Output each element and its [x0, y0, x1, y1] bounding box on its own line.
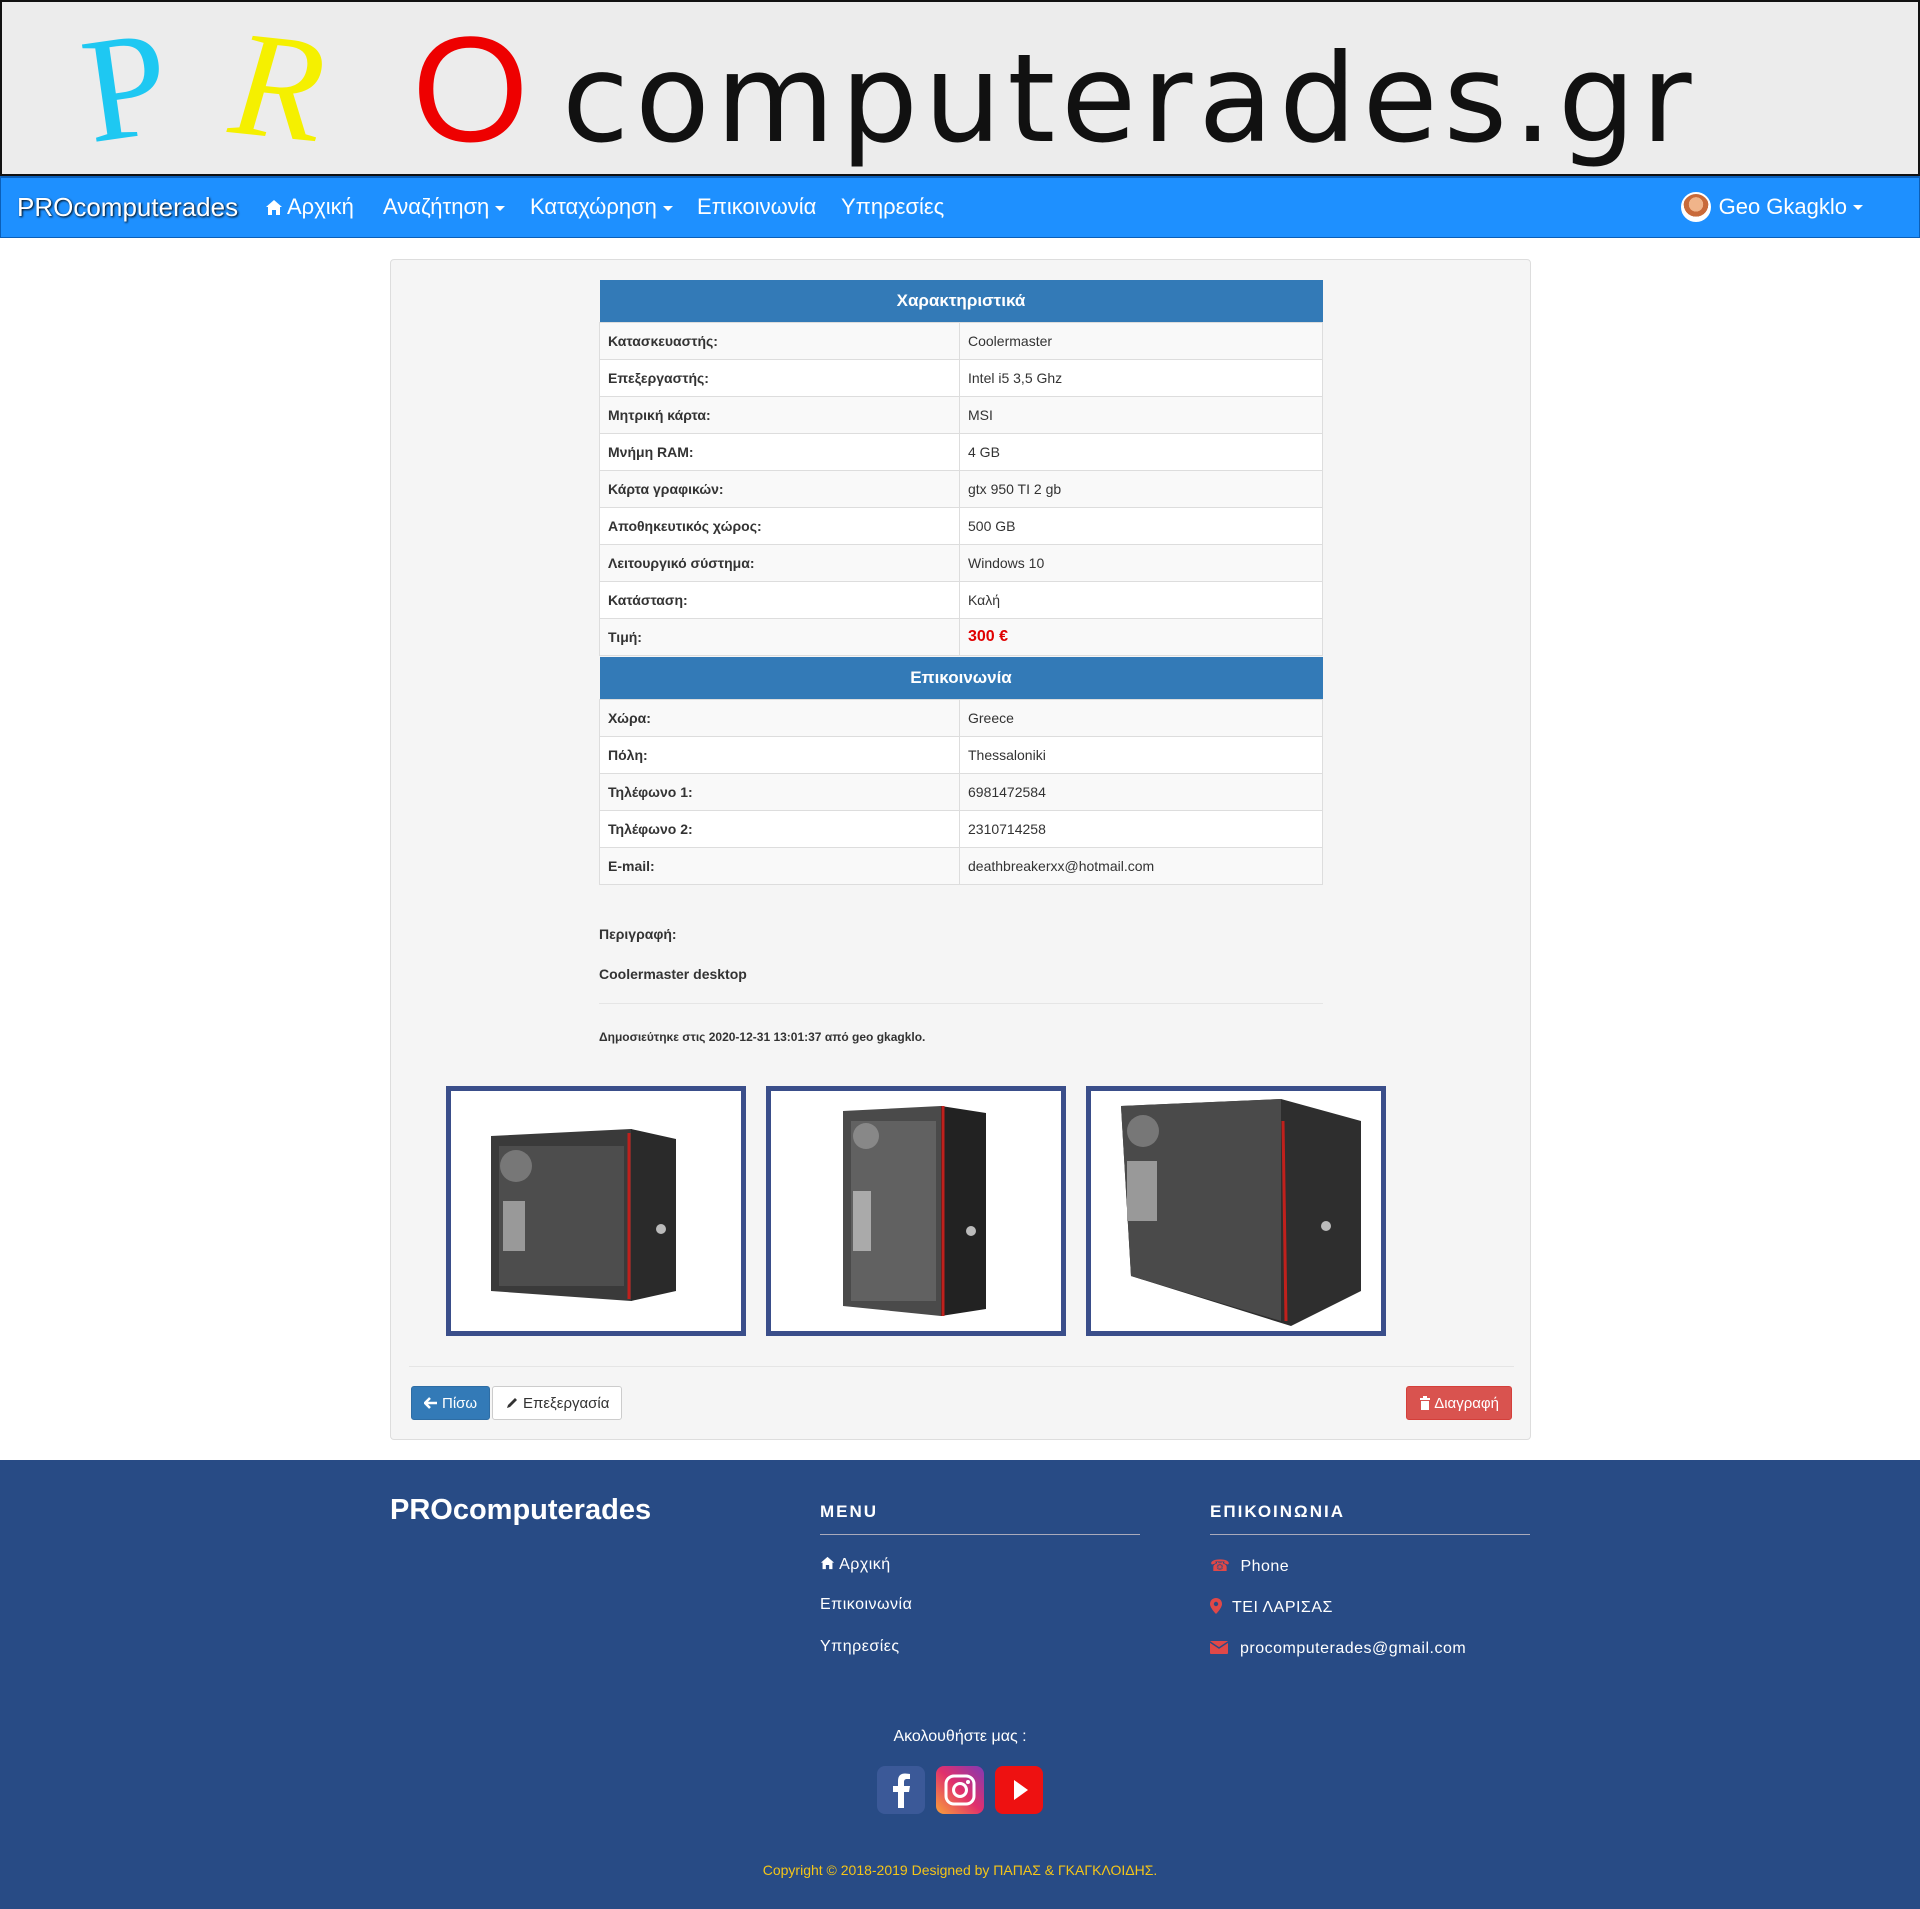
- footer-link-home[interactable]: Αρχική: [820, 1556, 891, 1574]
- caret-down-icon: [662, 205, 673, 211]
- edit-button-label: Επεξεργασία: [523, 1394, 610, 1412]
- footer-location: ΤΕΙ ΛΑΡΙΣΑΣ: [1210, 1598, 1333, 1617]
- user-name: Geo Gkagklo: [1718, 194, 1847, 219]
- product-image-2[interactable]: [766, 1086, 1066, 1336]
- table-row: Κατάσταση: Καλή: [599, 580, 1323, 619]
- product-image-1[interactable]: [446, 1086, 746, 1336]
- nav-listing-dropdown[interactable]: Καταχώρηση: [530, 194, 673, 220]
- pc-case-image: [491, 1129, 676, 1301]
- divider: [820, 1534, 1140, 1535]
- footer-phone: ☎ Phone: [1210, 1558, 1290, 1575]
- divider: [599, 1003, 1323, 1004]
- edit-button[interactable]: Επεξεργασία: [492, 1386, 623, 1420]
- table-row: Τηλέφωνο 2: 2310714258: [599, 809, 1323, 848]
- table-row: Μνήμη RAM: 4 GB: [599, 432, 1323, 471]
- contact-table: Επικοινωνία Χώρα: Greece Πόλη: Thessalonik…: [599, 657, 1323, 885]
- table-row: Τιμή: 300 €: [599, 617, 1323, 656]
- back-button[interactable]: Πίσω: [411, 1386, 491, 1420]
- user-menu-dropdown[interactable]: Geo Gkagklo: [1680, 192, 1863, 222]
- trash-icon: [1420, 1396, 1431, 1410]
- price-value: 300 €: [959, 617, 1323, 656]
- nav-listing-label: Καταχώρηση: [530, 194, 657, 219]
- copyright-text: Copyright © 2018-2019 Designed by ΠΑΠΑΣ …: [762, 1862, 1158, 1878]
- divider: [1210, 1534, 1530, 1535]
- pc-case-image: [843, 1106, 986, 1316]
- envelope-icon: [1209, 1641, 1229, 1654]
- table-row: Λειτουργικό σύστημα: Windows 10: [599, 543, 1323, 582]
- site-banner-logo: P R O computerades.gr: [0, 0, 1920, 176]
- description-label: Περιγραφή:: [599, 926, 677, 942]
- table-row: Κατασκευαστής: Coolermaster: [599, 321, 1323, 360]
- site-footer: PROcomputerades MENU Αρχική Επικοινωνία …: [0, 1460, 1920, 1909]
- specs-table: Χαρακτηριστικά Κατασκευαστής: Coolermaste…: [599, 280, 1323, 656]
- table-row: Πόλη: Thessaloniki: [599, 735, 1323, 774]
- contact-title: Επικοινωνία: [599, 657, 1323, 699]
- top-navbar: PROcomputerades Αρχική Αναζήτηση Καταχώρ…: [0, 176, 1920, 238]
- logo-letter-o: O: [412, 5, 529, 173]
- home-icon: [266, 200, 282, 215]
- instagram-icon[interactable]: [936, 1766, 984, 1814]
- caret-down-icon: [1853, 204, 1863, 210]
- nav-contact[interactable]: Επικοινωνία: [697, 194, 816, 220]
- footer-email[interactable]: procomputerades@gmail.com: [1209, 1640, 1466, 1658]
- phone-icon: ☎: [1210, 1558, 1231, 1575]
- delete-button-label: Διαγραφή: [1434, 1394, 1499, 1412]
- arrow-left-icon: [424, 1397, 437, 1409]
- description-text: Coolermaster desktop: [599, 966, 747, 982]
- footer-contact-title: ΕΠΙΚΟΙΝΩΝΙΑ: [1210, 1502, 1345, 1521]
- footer-link-contact[interactable]: Επικοινωνία: [820, 1596, 912, 1614]
- navbar-brand[interactable]: PROcomputerades: [17, 192, 238, 223]
- nav-search-label: Αναζήτηση: [383, 194, 490, 219]
- nav-services[interactable]: Υπηρεσίες: [841, 194, 944, 220]
- logo-text: computerades.gr: [562, 28, 1698, 170]
- youtube-icon[interactable]: [995, 1766, 1043, 1814]
- facebook-icon[interactable]: [877, 1766, 925, 1814]
- nav-home-label: Αρχική: [287, 194, 354, 219]
- nav-home[interactable]: Αρχική: [265, 194, 354, 220]
- published-info: Δημοσιεύτηκε στις 2020-12-31 13:01:37 απ…: [599, 1030, 926, 1044]
- table-row: E-mail: deathbreakerxx@hotmail.com: [599, 846, 1323, 885]
- pc-case-image: [1121, 1099, 1361, 1326]
- follow-us-label: Ακολουθήστε μας :: [893, 1728, 1027, 1745]
- home-icon: [820, 1556, 835, 1570]
- caret-down-icon: [495, 205, 506, 211]
- pencil-icon: [507, 1398, 517, 1408]
- table-row: Μητρική κάρτα: MSI: [599, 395, 1323, 434]
- table-row: Αποθηκευτικός χώρος: 500 GB: [599, 506, 1323, 545]
- delete-button[interactable]: Διαγραφή: [1406, 1386, 1512, 1420]
- product-image-3[interactable]: [1086, 1086, 1386, 1336]
- map-marker-icon: [1210, 1598, 1222, 1614]
- nav-search-dropdown[interactable]: Αναζήτηση: [383, 194, 506, 220]
- specs-title: Χαρακτηριστικά: [599, 280, 1323, 322]
- table-row: Κάρτα γραφικών: gtx 950 TI 2 gb: [599, 469, 1323, 508]
- footer-link-services[interactable]: Υπηρεσίες: [820, 1638, 900, 1656]
- divider: [409, 1366, 1514, 1367]
- listing-panel: Χαρακτηριστικά Κατασκευαστής: Coolermaste…: [390, 259, 1531, 1440]
- avatar: [1680, 192, 1711, 222]
- back-button-label: Πίσω: [442, 1394, 478, 1412]
- footer-menu-title: MENU: [820, 1502, 879, 1521]
- table-row: Χώρα: Greece: [599, 698, 1323, 737]
- table-row: Επεξεργαστής: Intel i5 3,5 Ghz: [599, 358, 1323, 397]
- table-row: Τηλέφωνο 1: 6981472584: [599, 772, 1323, 811]
- footer-brand: PROcomputerades: [390, 1494, 652, 1526]
- logo-letter-r: R: [223, 0, 333, 175]
- logo-letter-p: P: [72, 0, 179, 175]
